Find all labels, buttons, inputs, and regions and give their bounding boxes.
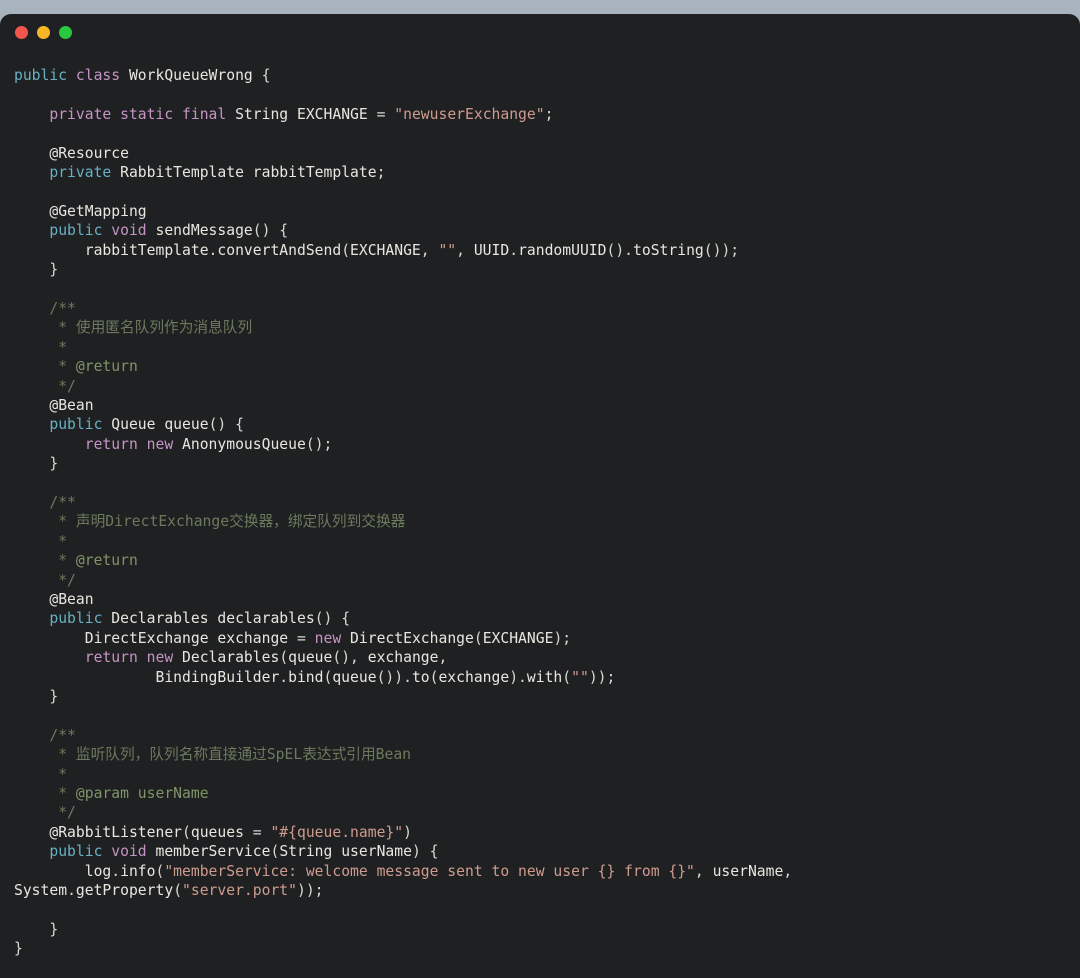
- window-controls: [15, 26, 72, 39]
- code-line: private RabbitTemplate rabbitTemplate;: [49, 164, 386, 182]
- code-line: *: [58, 338, 68, 356]
- code-line: @Resource: [49, 144, 129, 162]
- code-line: public void memberService(String userNam…: [49, 843, 439, 861]
- code-line: return new Declarables(queue(), exchange…: [84, 649, 448, 667]
- source-code-block: public class WorkQueueWrong { private st…: [0, 66, 1080, 959]
- window-titlebar[interactable]: [0, 14, 1080, 50]
- code-line: }: [49, 688, 59, 705]
- code-line: /**: [49, 493, 76, 511]
- code-line: DirectExchange exchange = new DirectExch…: [84, 629, 572, 647]
- code-line: }: [49, 455, 59, 473]
- code-line: log.info("memberService: welcome message…: [84, 862, 793, 880]
- code-line: }: [14, 940, 23, 958]
- code-line: */: [58, 804, 76, 822]
- code-line: * @return: [58, 358, 138, 376]
- code-line: public Declarables declarables() {: [49, 610, 351, 628]
- code-line: *: [58, 765, 68, 783]
- code-line: *: [58, 532, 68, 550]
- code-line: public class WorkQueueWrong {: [14, 67, 271, 84]
- code-line: * 声明DirectExchange交换器，绑定队列到交换器: [58, 513, 406, 531]
- code-line: @Bean: [49, 396, 94, 414]
- close-button-icon[interactable]: [15, 26, 28, 39]
- code-line: @RabbitListener(queues = "#{queue.name}"…: [49, 823, 412, 841]
- code-line: */: [58, 377, 76, 395]
- minimize-button-icon[interactable]: [37, 26, 50, 39]
- code-line: * @return: [58, 552, 138, 570]
- screenshot-root: public class WorkQueueWrong { private st…: [0, 0, 1080, 978]
- code-line: rabbitTemplate.convertAndSend(EXCHANGE, …: [84, 241, 740, 259]
- code-line: @Bean: [49, 590, 94, 608]
- code-window: public class WorkQueueWrong { private st…: [0, 14, 1080, 978]
- code-editor-area[interactable]: public class WorkQueueWrong { private st…: [0, 50, 1080, 978]
- code-line: System.getProperty("server.port"));: [14, 882, 324, 900]
- code-line: * 使用匿名队列作为消息队列: [58, 319, 253, 337]
- code-line: */: [58, 571, 76, 589]
- code-line: * 监听队列，队列名称直接通过SpEL表达式引用Bean: [58, 746, 412, 764]
- code-line: return new AnonymousQueue();: [84, 435, 333, 453]
- code-line: }: [49, 261, 59, 279]
- code-line: }: [49, 920, 59, 938]
- code-line: /**: [49, 299, 76, 317]
- code-line: BindingBuilder.bind(queue()).to(exchange…: [155, 668, 616, 686]
- code-line: /**: [49, 726, 76, 744]
- code-line: @GetMapping: [49, 202, 147, 220]
- code-line: public Queue queue() {: [49, 416, 244, 434]
- code-line: public void sendMessage() {: [49, 222, 289, 240]
- maximize-button-icon[interactable]: [59, 26, 72, 39]
- code-line: * @param userName: [58, 785, 209, 803]
- code-line: private static final String EXCHANGE = "…: [49, 105, 554, 123]
